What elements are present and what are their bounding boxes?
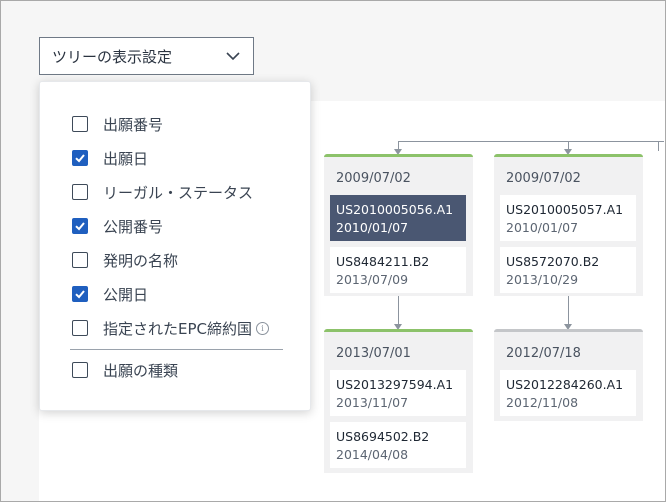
publication-card[interactable]: US2013297594.A1 2013/11/07: [330, 370, 466, 416]
publication-card[interactable]: US2012284260.A1 2012/11/08: [500, 370, 636, 416]
tree-connector-node4: [568, 296, 569, 326]
option-publication-number[interactable]: 公開番号: [72, 214, 163, 238]
checkbox[interactable]: [72, 252, 88, 268]
option-label: 公開番号: [103, 217, 164, 236]
publication-date: 2012/11/08: [506, 395, 579, 410]
option-label: 出願番号: [103, 115, 164, 134]
publication-number: US2010005056.A1: [336, 202, 454, 217]
option-label: リーガル・ステータス: [103, 183, 254, 202]
tree-node[interactable]: 2009/07/02 US2010005056.A1 2010/01/07 US…: [324, 154, 473, 296]
publication-card[interactable]: US2010005056.A1 2010/01/07: [330, 195, 466, 241]
checkbox[interactable]: [72, 286, 88, 302]
publication-date: 2010/01/07: [506, 220, 579, 235]
tree-node[interactable]: 2012/07/18 US2012284260.A1 2012/11/08: [494, 329, 643, 421]
node-date: 2009/07/02: [336, 171, 411, 186]
tree-display-settings-panel: 出願番号 出願日 リーガル・ステータス 公開番号 発明の名称 公開日 指定された…: [39, 81, 311, 411]
option-application-type[interactable]: 出願の種類: [72, 358, 178, 382]
publication-card[interactable]: US8484211.B2 2013/07/09: [330, 247, 466, 293]
option-label: 公開日: [103, 285, 149, 304]
publication-number: US2013297594.A1: [336, 377, 454, 392]
publication-date: 2013/11/07: [336, 395, 409, 410]
publication-date: 2013/10/29: [506, 272, 579, 287]
tree-connector-offscreen: [658, 141, 659, 151]
checkbox[interactable]: [72, 116, 88, 132]
tree-node[interactable]: 2009/07/02 US2010005057.A1 2010/01/07 US…: [494, 154, 643, 296]
option-application-date[interactable]: 出願日: [72, 146, 148, 170]
option-application-number[interactable]: 出願番号: [72, 112, 163, 136]
publication-date: 2010/01/07: [336, 220, 409, 235]
tree-connector-node3: [398, 296, 399, 326]
option-label: 出願日: [103, 149, 149, 168]
app-window: 2009/07/02 US2010005056.A1 2010/01/07 US…: [0, 0, 666, 502]
node-date: 2013/07/01: [336, 346, 411, 361]
divider: [70, 349, 283, 350]
option-invention-title[interactable]: 発明の名称: [72, 248, 178, 272]
publication-number: US2010005057.A1: [506, 202, 624, 217]
tree-node[interactable]: 2013/07/01 US2013297594.A1 2013/11/07 US…: [324, 329, 473, 473]
option-legal-status[interactable]: リーガル・ステータス: [72, 180, 253, 204]
publication-number: US8484211.B2: [336, 254, 430, 269]
tree-display-settings-label: ツリーの表示設定: [52, 47, 173, 66]
checkbox[interactable]: [72, 320, 88, 336]
publication-card[interactable]: US8694502.B2 2014/04/08: [330, 422, 466, 468]
checkbox[interactable]: [72, 218, 88, 234]
option-label: 発明の名称: [103, 251, 179, 270]
checkbox[interactable]: [72, 150, 88, 166]
publication-card[interactable]: US8572070.B2 2013/10/29: [500, 247, 636, 293]
publication-card[interactable]: US2010005057.A1 2010/01/07: [500, 195, 636, 241]
publication-date: 2013/07/09: [336, 272, 409, 287]
option-publication-date[interactable]: 公開日: [72, 282, 148, 306]
tree-connector-horizontal: [398, 141, 664, 142]
publication-number: US8572070.B2: [506, 254, 600, 269]
publication-number: US8694502.B2: [336, 429, 430, 444]
chevron-down-icon: [225, 48, 241, 64]
option-designated-epc-states[interactable]: 指定されたEPC締約国 i: [72, 316, 269, 340]
publication-number: US2012284260.A1: [506, 377, 624, 392]
tree-display-settings-dropdown[interactable]: ツリーの表示設定: [39, 37, 254, 75]
publication-date: 2014/04/08: [336, 447, 409, 462]
checkmark-icon: [75, 290, 85, 299]
checkbox[interactable]: [72, 184, 88, 200]
checkmark-icon: [75, 154, 85, 163]
checkmark-icon: [75, 222, 85, 231]
info-icon[interactable]: i: [256, 321, 269, 335]
node-date: 2012/07/18: [506, 346, 581, 361]
option-label: 出願の種類: [103, 361, 179, 380]
checkbox[interactable]: [72, 362, 88, 378]
option-label: 指定されたEPC締約国: [103, 319, 252, 338]
node-date: 2009/07/02: [506, 171, 581, 186]
